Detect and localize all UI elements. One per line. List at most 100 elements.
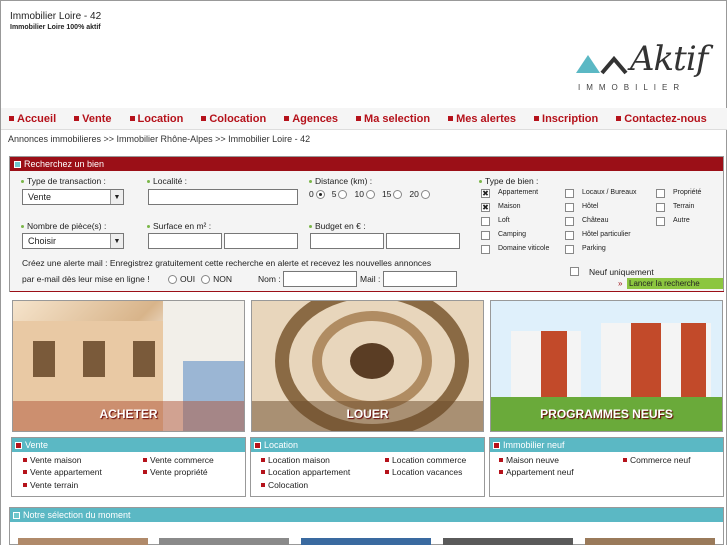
transaction-select[interactable]: Vente ▼ <box>22 189 124 205</box>
link-location-maison[interactable]: Location maison <box>261 455 330 465</box>
budget-max-input[interactable] <box>386 233 460 249</box>
link-commerce-neuf[interactable]: Commerce neuf <box>623 455 690 465</box>
link-label: Vente propriété <box>150 467 208 477</box>
search-submit-button[interactable]: Lancer la recherche <box>627 278 723 289</box>
category-header: Immobilier neuf <box>490 438 723 452</box>
property-type-checkbox[interactable] <box>565 189 574 198</box>
property-type-checkbox[interactable]: ✖ <box>481 189 490 198</box>
nav-inscription[interactable]: Inscription <box>534 113 598 125</box>
selection-thumbnail[interactable] <box>585 538 715 545</box>
link-location-commerce[interactable]: Location commerce <box>385 455 466 465</box>
property-type-checkbox[interactable] <box>565 203 574 212</box>
property-type-checkbox[interactable] <box>656 189 665 198</box>
banner-acheter[interactable]: ACHETER <box>12 300 245 432</box>
banner-programmes-neufs[interactable]: PROGRAMMES NEUFS <box>490 300 723 432</box>
nav-location[interactable]: Location <box>129 112 184 125</box>
selection-thumbnail[interactable] <box>159 538 289 545</box>
link-label: Vente appartement <box>30 467 102 477</box>
button-label: Lancer la recherche <box>629 279 700 288</box>
banner-louer[interactable]: LOUER <box>251 300 484 432</box>
distance-radio-0[interactable] <box>315 189 325 199</box>
selection-header: Notre sélection du moment <box>10 508 723 522</box>
selection-thumbnail[interactable] <box>443 538 573 545</box>
budget-label: Budget en € : <box>309 221 366 231</box>
nav-contact[interactable]: Contactez-nous <box>616 113 707 125</box>
property-type-checkbox[interactable]: ✖ <box>481 203 490 212</box>
distance-radio-15[interactable] <box>393 189 403 199</box>
link-vente-terrain[interactable]: Vente terrain <box>23 480 78 490</box>
radio-label: 0 <box>309 189 314 199</box>
nav-label: Vente <box>82 112 112 125</box>
new-only-checkbox[interactable] <box>570 267 579 276</box>
link-vente-propriete[interactable]: Vente propriété <box>143 467 208 477</box>
bullet-icon <box>21 179 24 183</box>
link-vente-appartement[interactable]: Vente appartement <box>23 467 102 477</box>
property-type-checkbox[interactable] <box>656 217 665 226</box>
chevron-down-icon: ▼ <box>110 234 123 248</box>
rooms-label: Nombre de pièce(s) : <box>21 221 106 231</box>
nav-ma-selection[interactable]: Ma selection <box>356 113 430 125</box>
property-type-checkbox[interactable] <box>481 217 490 226</box>
bullet-icon <box>499 470 503 474</box>
alert-oui-radio[interactable] <box>168 274 177 284</box>
nav-vente[interactable]: Vente <box>74 112 112 125</box>
nav-agences[interactable]: Agences <box>284 113 338 125</box>
square-icon <box>254 441 261 449</box>
link-location-vacances[interactable]: Location vacances <box>385 467 462 477</box>
nav-bullet-icon <box>129 116 135 121</box>
surface-max-input[interactable] <box>224 233 298 249</box>
selection-thumbnail[interactable] <box>18 538 148 545</box>
alert-text-1: Créez une alerte mail : Enregistrez grat… <box>22 258 432 268</box>
locality-label: Localité : <box>147 176 187 186</box>
nom-input[interactable] <box>283 271 357 287</box>
distance-radio-5[interactable] <box>338 189 348 199</box>
nav-accueil[interactable]: Accueil <box>9 113 56 125</box>
link-location-appartement[interactable]: Location appartement <box>261 467 350 477</box>
nav-mes-alertes[interactable]: Mes alertes <box>448 113 516 125</box>
label-text: Type de transaction : <box>27 176 106 186</box>
link-maison-neuve[interactable]: Maison neuve <box>499 455 559 465</box>
nav-bullet-icon <box>616 116 622 121</box>
link-colocation[interactable]: Colocation <box>261 480 308 490</box>
selection-thumbnail[interactable] <box>301 538 431 545</box>
aktif-logo[interactable]: Aktif IMMOBILIER <box>566 21 726 107</box>
locality-input[interactable] <box>148 189 298 205</box>
property-type-checkbox[interactable] <box>565 217 574 226</box>
property-type-checkbox[interactable] <box>565 245 574 254</box>
link-vente-maison[interactable]: Vente maison <box>23 455 82 465</box>
rooms-select[interactable]: Choisir ▼ <box>22 233 124 249</box>
distance-radio-10[interactable] <box>365 189 375 199</box>
search-panel-header: Recherchez un bien <box>10 157 723 171</box>
property-type-checkbox[interactable] <box>481 245 490 254</box>
link-appartement-neuf[interactable]: Appartement neuf <box>499 467 574 477</box>
link-label: Location appartement <box>268 467 351 477</box>
bullet-icon <box>261 470 265 474</box>
budget-min-input[interactable] <box>310 233 384 249</box>
page: Immobilier Loire - 42 Immobilier Loire 1… <box>0 0 727 545</box>
bullet-icon <box>499 458 503 462</box>
category-title: Location <box>264 440 299 450</box>
property-type-label: Parking <box>582 245 606 252</box>
link-vente-commerce[interactable]: Vente commerce <box>143 455 214 465</box>
property-type-checkbox[interactable] <box>656 203 665 212</box>
surface-min-input[interactable] <box>148 233 222 249</box>
bullet-icon <box>21 224 24 228</box>
alert-radios: OUI NON <box>166 274 232 284</box>
property-type-label: Propriété <box>673 189 702 196</box>
nav-colocation[interactable]: Colocation <box>201 113 266 125</box>
bullet-icon <box>261 483 265 487</box>
surface-label: Surface en m² : <box>147 221 211 231</box>
link-label: Location maison <box>268 455 330 465</box>
banner-caption: PROGRAMMES NEUFS <box>540 407 673 421</box>
mail-input[interactable] <box>383 271 457 287</box>
bullet-icon <box>385 458 389 462</box>
alert-non-radio[interactable] <box>201 274 211 284</box>
property-type-label: Château <box>582 217 609 224</box>
nav-label: Location <box>137 112 184 125</box>
category-title: Immobilier neuf <box>503 440 565 450</box>
bullet-icon <box>479 179 482 183</box>
distance-radio-20[interactable] <box>420 189 430 199</box>
property-type-checkbox[interactable] <box>481 231 490 240</box>
transaction-label: Type de transaction : <box>21 176 106 186</box>
property-type-checkbox[interactable] <box>565 231 574 240</box>
